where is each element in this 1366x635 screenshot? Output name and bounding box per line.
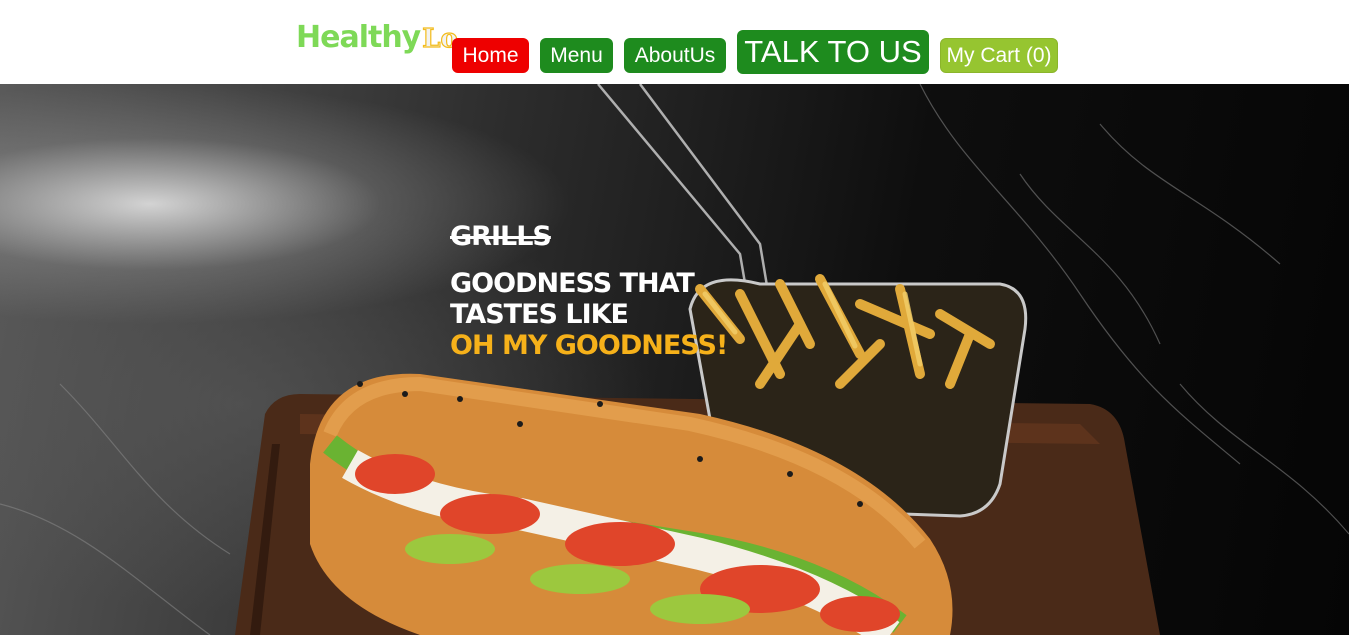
logo[interactable]: Healthy Lo (296, 20, 458, 60)
logo-text-healthy: Healthy (296, 20, 421, 55)
nav-menu-button[interactable]: Menu (540, 38, 613, 73)
nav-home-button[interactable]: Home (452, 38, 529, 73)
hero-banner: GRILLS GOODNESS THAT TASTES LIKE OH MY G… (0, 84, 1349, 635)
hero-brand-grills: GRILLS (450, 221, 552, 252)
site-header: Healthy Lo Home Menu AboutUs TALK TO US … (0, 0, 1349, 84)
nav-about-button[interactable]: AboutUs (624, 38, 726, 73)
hero-line-3: OH MY GOODNESS! (450, 330, 728, 361)
cart-label: My Cart (0) (946, 43, 1052, 67)
cart-button[interactable]: My Cart (0) (940, 38, 1058, 73)
hero-line-1: GOODNESS THAT (450, 268, 695, 299)
nav-talk-button[interactable]: TALK TO US (737, 30, 929, 74)
hero-tagline: GRILLS GOODNESS THAT TASTES LIKE OH MY G… (450, 221, 728, 362)
hero-line-2: TASTES LIKE (450, 299, 629, 330)
